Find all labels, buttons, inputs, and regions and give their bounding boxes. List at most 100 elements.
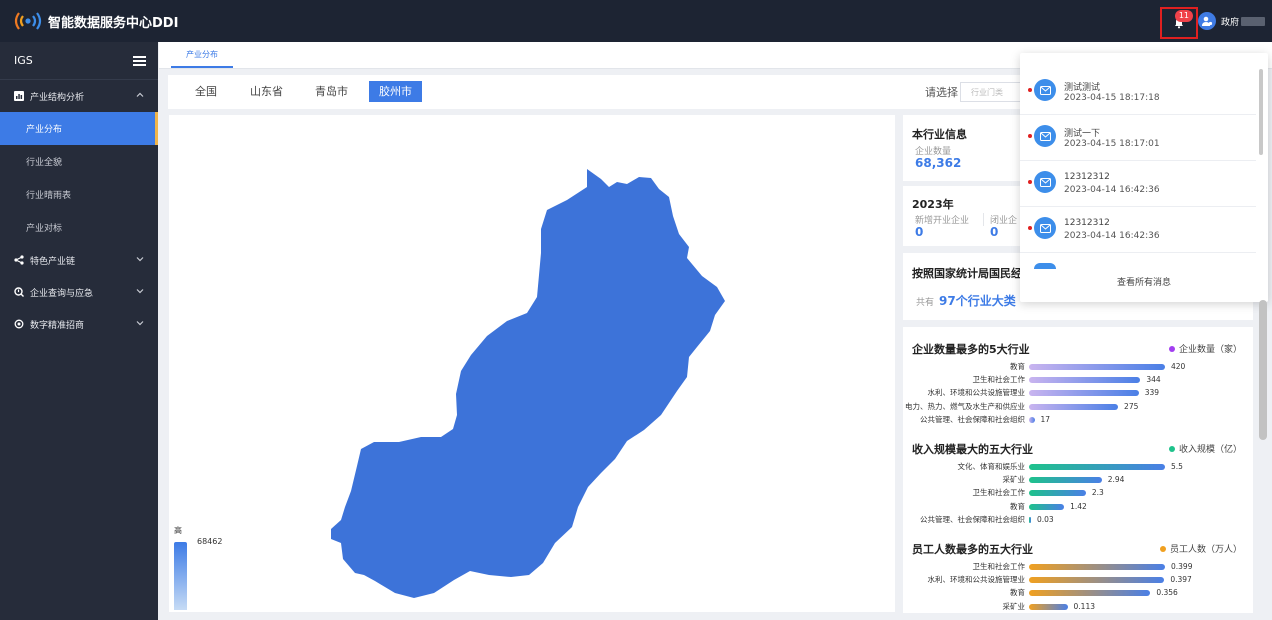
ranking-row[interactable]: 采矿业 2.94: [903, 475, 1253, 485]
notification-scrollbar[interactable]: [1259, 69, 1263, 155]
notification-item[interactable]: 测试一下 2023-04-15 18:17:01: [1020, 115, 1256, 161]
ranking-header: 员工人数最多的五大行业 员工人数（万人）: [912, 541, 1242, 556]
page-scrollbar[interactable]: [1259, 300, 1267, 440]
legend-max-value: 68462: [197, 537, 223, 546]
sidebar-group-industry-structure[interactable]: 产业结构分析: [0, 80, 158, 112]
notification-popup: 测试测试 2023-04-15 18:17:18 测试一下 2023-04-15…: [1020, 53, 1268, 302]
sidebar-title: IGS: [14, 54, 33, 67]
ranking-bar: [1029, 416, 1035, 423]
mail-icon-partial: [1034, 263, 1056, 269]
ranking-row-value: 0.03: [1037, 514, 1054, 524]
ranking-row[interactable]: 卫生和社会工作 2.3: [903, 488, 1253, 498]
user-menu[interactable]: 政府: [1198, 12, 1266, 30]
tab-industry-distribution[interactable]: 产业分布: [171, 49, 233, 68]
bar-chart-icon: [14, 91, 24, 101]
target-icon: [14, 319, 24, 329]
ranking-bar: [1029, 577, 1165, 584]
ranking-row-value: 420: [1171, 362, 1186, 371]
ranking-row-value: 1.42: [1070, 501, 1087, 511]
notification-item[interactable]: 12312312 2023-04-14 16:42:36: [1020, 161, 1256, 207]
sidebar-group-investment[interactable]: 数字精准招商: [0, 308, 158, 340]
ranking-row-label: 公共管理、社会保障和社会组织: [920, 514, 1025, 524]
ranking-row[interactable]: 文化、体育和娱乐业 5.5: [903, 462, 1253, 472]
brand[interactable]: 智能数据服务中心DDI: [12, 10, 178, 32]
notification-item[interactable]: 测试测试 2023-04-15 18:17:18: [1020, 69, 1256, 115]
menu-toggle-icon[interactable]: [133, 55, 146, 66]
sidebar-item-industry-barometer[interactable]: 行业晴雨表: [0, 178, 158, 211]
ranking-bar: [1029, 564, 1165, 570]
mail-icon: [1034, 125, 1056, 147]
ranking-row[interactable]: 教育 420: [903, 362, 1253, 372]
unread-dot: [1028, 134, 1032, 138]
notification-item[interactable]: 12312312 2023-04-14 16:42:36: [1020, 207, 1256, 253]
ranking-row[interactable]: 公共管理、社会保障和社会组织 0.03: [903, 515, 1253, 525]
category-prefix: 共有: [916, 298, 935, 308]
legend-label: 员工人数（万人）: [1169, 545, 1242, 555]
ranking-legend[interactable]: 员工人数（万人）: [1159, 542, 1242, 555]
ranking-row[interactable]: 公共管理、社会保障和社会组织 17: [903, 415, 1253, 425]
broadcast-logo-icon: [12, 10, 46, 32]
closed-business-label: 闭业企: [983, 213, 1017, 226]
ranking-row[interactable]: 教育 0.356: [903, 588, 1253, 598]
notification-time: 2023-04-15 18:17:18: [1064, 93, 1160, 103]
legend-dot-icon: [1159, 545, 1166, 552]
info-count-value: 68,362: [915, 156, 962, 170]
chevron-down-icon: [136, 255, 144, 266]
region-qingdao[interactable]: 青岛市: [305, 81, 358, 102]
ranking-bar: [1029, 503, 1065, 510]
sidebar-item-industry-distribution[interactable]: 产业分布: [0, 112, 158, 145]
ranking-bar: [1029, 390, 1139, 397]
ranking-row-value: 339: [1144, 388, 1160, 398]
ranking-row[interactable]: 采矿业 0.113: [903, 602, 1253, 612]
ranking-legend[interactable]: 收入规模（亿）: [1168, 442, 1242, 455]
sidebar-group-enterprise-query[interactable]: 企业查询与应急: [0, 276, 158, 308]
ranking-row-value: 344: [1146, 375, 1161, 385]
map-legend: 高 68462: [174, 525, 222, 610]
ranking-row-value: 2.3: [1091, 488, 1104, 498]
sidebar-header: IGS: [0, 42, 158, 80]
ranking-row-label: 卫生和社会工作: [972, 375, 1026, 385]
ranking-title: 企业数量最多的5大行业: [912, 343, 1030, 356]
ranking-row-label: 卫生和社会工作: [972, 562, 1026, 571]
ranking-row[interactable]: 水利、环境和公共设施管理业 339: [903, 388, 1253, 398]
notification-button[interactable]: 11: [1160, 7, 1198, 39]
notification-time: 2023-04-14 16:42:36: [1064, 231, 1160, 241]
sidebar-group-featured-chain[interactable]: 特色产业链: [0, 244, 158, 276]
notification-time: 2023-04-15 18:17:01: [1064, 139, 1160, 149]
ranking-row[interactable]: 卫生和社会工作 344: [903, 375, 1253, 385]
ranking-card: 企业数量最多的5大行业 企业数量（家） 教育 420 卫生和社会工作 344 水利、环境和公…: [903, 327, 1253, 613]
legend-label: 企业数量（家）: [1178, 345, 1242, 355]
ranking-row[interactable]: 卫生和社会工作 0.399: [903, 562, 1253, 572]
ranking-row-label: 采矿业: [1002, 601, 1026, 611]
region-jiaozhou[interactable]: 胶州市: [369, 81, 422, 102]
mail-icon: [1034, 217, 1056, 239]
mail-icon: [1034, 79, 1056, 101]
ranking-row-label: 公共管理、社会保障和社会组织: [920, 414, 1025, 424]
ranking-bar: [1029, 403, 1119, 410]
region-shandong[interactable]: 山东省: [240, 81, 293, 102]
ranking-bar: [1029, 477, 1102, 484]
ranking-row[interactable]: 水利、环境和公共设施管理业 0.397: [903, 575, 1253, 585]
ranking-row-label: 电力、热力、燃气及水生产和供应业: [905, 401, 1025, 411]
ranking-row[interactable]: 教育 1.42: [903, 502, 1253, 512]
filter-label: 请选择: [925, 86, 958, 99]
notification-badge: 11: [1174, 10, 1193, 22]
info-title: 本行业信息: [912, 128, 967, 141]
year-title: 2023年: [912, 198, 954, 211]
jiaozhou-map[interactable]: [169, 115, 895, 612]
ranking-row-value: 2.94: [1107, 475, 1125, 485]
sidebar-item-industry-benchmark[interactable]: 产业对标: [0, 211, 158, 244]
ranking-legend[interactable]: 企业数量（家）: [1168, 342, 1242, 355]
ranking-row-label: 水利、环境和公共设施管理业: [927, 388, 1026, 398]
ranking-row[interactable]: 电力、热力、燃气及水生产和供应业 275: [903, 402, 1253, 412]
sidebar-group-label: 数字精准招商: [30, 320, 85, 331]
category-count[interactable]: 97个行业大类: [939, 292, 1016, 309]
region-national[interactable]: 全国: [185, 81, 227, 102]
sidebar-item-industry-overview[interactable]: 行业全貌: [0, 145, 158, 178]
ranking-bar: [1029, 364, 1165, 370]
notification-title: 12312312: [1064, 218, 1110, 228]
search-shield-icon: [14, 287, 24, 297]
ranking-bar: [1029, 590, 1151, 597]
ranking-title: 收入规模最大的五大行业: [912, 443, 1033, 456]
view-all-messages-link[interactable]: 查看所有消息: [1020, 275, 1268, 288]
